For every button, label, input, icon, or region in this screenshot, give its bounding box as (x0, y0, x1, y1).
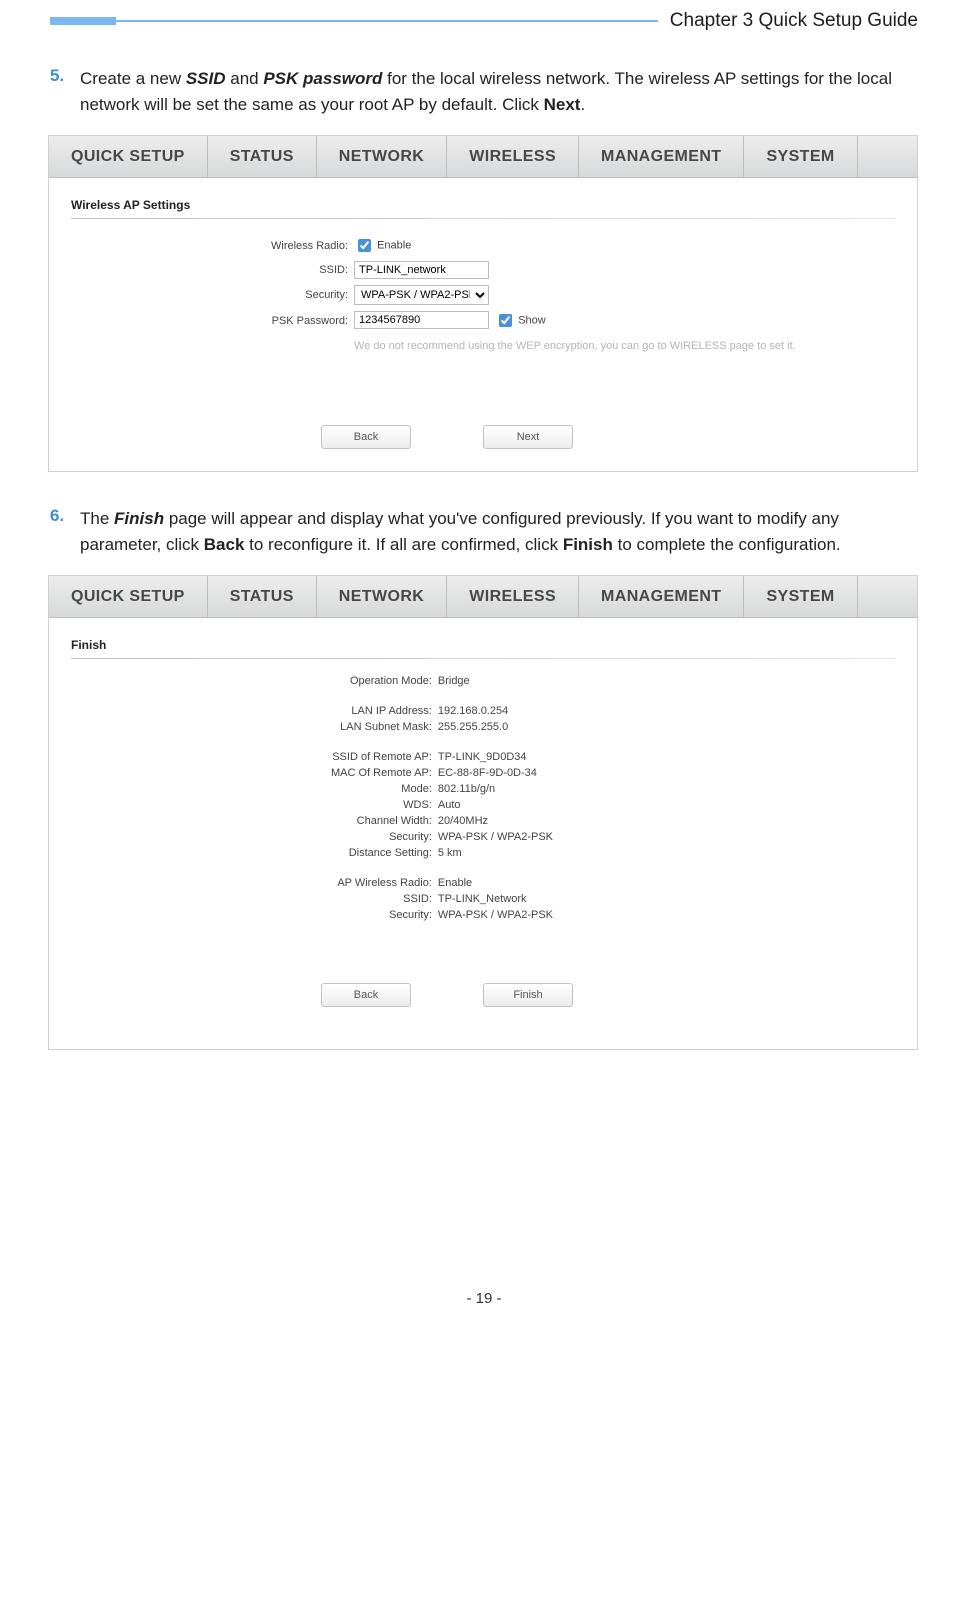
tab-wireless[interactable]: WIRELESS (447, 576, 579, 617)
label-security-local: Security: (331, 907, 438, 923)
header-rule: Chapter 3 Quick Setup Guide (50, 10, 918, 32)
value-security-remote: WPA-PSK / WPA2-PSK (438, 829, 553, 845)
select-security[interactable]: WPA-PSK / WPA2-PSK (354, 285, 489, 305)
value-ap-radio: Enable (438, 875, 553, 891)
value-ssid-local: TP-LINK_Network (438, 891, 553, 907)
label-lan-subnet: LAN Subnet Mask: (331, 719, 438, 735)
step-5-text: Create a new SSID and PSK password for t… (80, 66, 918, 117)
value-mode: 802.11b/g/n (438, 781, 553, 797)
step-5-number: 5. (50, 66, 80, 86)
tab-management[interactable]: MANAGEMENT (579, 136, 744, 177)
value-distance: 5 km (438, 845, 553, 861)
label-enable: Enable (377, 239, 411, 251)
label-security: Security: (271, 282, 354, 308)
finish-button[interactable]: Finish (483, 983, 573, 1007)
panel-title-finish: Finish (71, 638, 895, 652)
label-security-remote: Security: (331, 829, 438, 845)
next-button[interactable]: Next (483, 425, 573, 449)
back-button-finish[interactable]: Back (321, 983, 411, 1007)
value-operation-mode: Bridge (438, 673, 553, 689)
tab-management[interactable]: MANAGEMENT (579, 576, 744, 617)
tab-status[interactable]: STATUS (208, 136, 317, 177)
label-ap-radio: AP Wireless Radio: (331, 875, 438, 891)
tab-system[interactable]: SYSTEM (744, 576, 857, 617)
panel-title-wireless-ap: Wireless AP Settings (71, 198, 895, 212)
label-distance: Distance Setting: (331, 845, 438, 861)
label-operation-mode: Operation Mode: (331, 673, 438, 689)
screenshot-wireless-ap-settings: QUICK SETUP STATUS NETWORK WIRELESS MANA… (48, 135, 918, 472)
label-show: Show (518, 314, 546, 326)
checkbox-enable-radio[interactable] (358, 239, 371, 252)
value-mac-remote: EC-88-8F-9D-0D-34 (438, 765, 553, 781)
tab-quick-setup[interactable]: QUICK SETUP (49, 576, 208, 617)
label-wds: WDS: (331, 797, 438, 813)
label-channel-width: Channel Width: (331, 813, 438, 829)
label-mac-remote: MAC Of Remote AP: (331, 765, 438, 781)
label-ssid-local: SSID: (331, 891, 438, 907)
label-lan-ip: LAN IP Address: (331, 703, 438, 719)
tab-status[interactable]: STATUS (208, 576, 317, 617)
input-ssid[interactable] (354, 261, 489, 279)
input-psk-password[interactable] (354, 311, 489, 329)
nav-tabs-2: QUICK SETUP STATUS NETWORK WIRELESS MANA… (49, 576, 917, 618)
label-ssid-remote: SSID of Remote AP: (331, 749, 438, 765)
wep-hint: We do not recommend using the WEP encryp… (354, 340, 796, 352)
label-psk-password: PSK Password: (271, 308, 354, 333)
tab-network[interactable]: NETWORK (317, 136, 447, 177)
chapter-title: Chapter 3 Quick Setup Guide (658, 10, 918, 32)
back-button[interactable]: Back (321, 425, 411, 449)
value-channel-width: 20/40MHz (438, 813, 553, 829)
step-6-number: 6. (50, 506, 80, 526)
tab-quick-setup[interactable]: QUICK SETUP (49, 136, 208, 177)
step-6-text: The Finish page will appear and display … (80, 506, 918, 557)
value-lan-subnet: 255.255.255.0 (438, 719, 553, 735)
tab-wireless[interactable]: WIRELESS (447, 136, 579, 177)
label-mode: Mode: (331, 781, 438, 797)
nav-tabs: QUICK SETUP STATUS NETWORK WIRELESS MANA… (49, 136, 917, 178)
label-wireless-radio: Wireless Radio: (271, 233, 354, 258)
value-security-local: WPA-PSK / WPA2-PSK (438, 907, 553, 923)
value-wds: Auto (438, 797, 553, 813)
value-ssid-remote: TP-LINK_9D0D34 (438, 749, 553, 765)
tab-system[interactable]: SYSTEM (744, 136, 857, 177)
tab-network[interactable]: NETWORK (317, 576, 447, 617)
screenshot-finish: QUICK SETUP STATUS NETWORK WIRELESS MANA… (48, 575, 918, 1050)
page-number: - 19 - (50, 1290, 918, 1307)
checkbox-show-password[interactable] (499, 314, 512, 327)
value-lan-ip: 192.168.0.254 (438, 703, 553, 719)
label-ssid: SSID: (271, 258, 354, 282)
